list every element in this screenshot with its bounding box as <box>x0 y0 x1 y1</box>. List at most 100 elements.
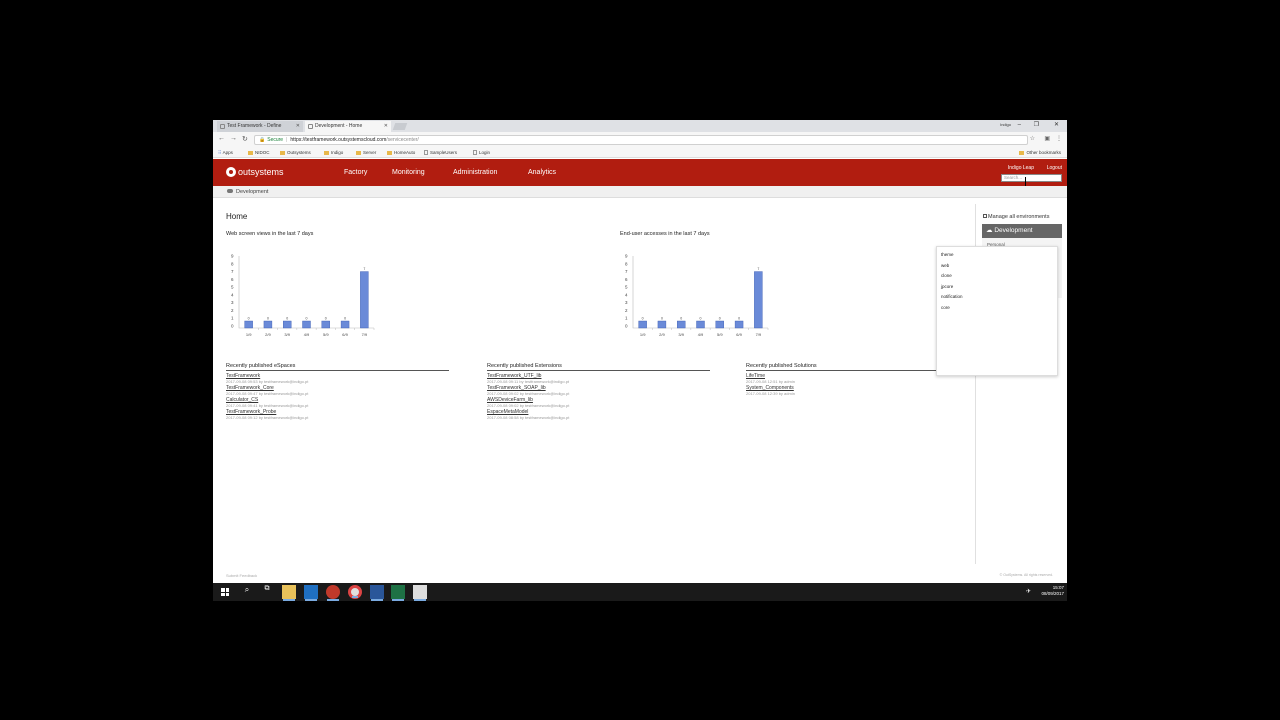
y-tick-label: 1 <box>625 316 628 321</box>
x-tick-label: 7/9 <box>362 332 368 337</box>
folder-icon <box>387 151 392 155</box>
autocomplete-item[interactable]: clone <box>937 271 1057 282</box>
accesses-chart: 0 1 2 3 4 5 6 7 8 9 0 1/9 0 2/9 0 3/9 0 4/9 0 5/9 0 6/9 7 7/9 <box>625 254 769 337</box>
nav-factory[interactable]: Factory <box>344 167 367 178</box>
nav-administration[interactable]: Administration <box>453 167 497 178</box>
search-input[interactable]: Search... <box>1001 174 1062 182</box>
list-item: EspaceMetaModel 2017-09-08 08:58 by testf… <box>487 409 710 420</box>
y-tick-label: 3 <box>231 300 234 305</box>
search-autocomplete-dropdown: theme web clone jpcore notification core <box>936 246 1058 376</box>
bar-value-label: 7 <box>363 267 365 271</box>
page-icon <box>220 124 225 129</box>
bar-value-label: 0 <box>719 317 721 321</box>
item-meta: 2017-09-08 09:47 by testframework@indigo… <box>226 391 309 396</box>
reload-icon[interactable]: ↻ <box>242 135 248 143</box>
autocomplete-item[interactable]: jpcore <box>937 282 1057 293</box>
bar-value-label: 0 <box>642 317 644 321</box>
manage-environments-link[interactable]: Manage all environments <box>983 214 1049 220</box>
chart-bar <box>321 320 330 329</box>
file-explorer-icon[interactable] <box>282 585 296 601</box>
environment-selector[interactable]: ☁ Development <box>982 224 1062 238</box>
app-header: outsystems Factory Monitoring Administra… <box>213 159 1067 186</box>
app-icon[interactable] <box>413 585 427 601</box>
windows-taskbar: ⌕ ⧉ ✈ 15:07 08/09/2017 <box>213 583 1067 601</box>
close-window-icon[interactable]: ✕ <box>1054 120 1059 132</box>
new-tab-button[interactable] <box>392 123 408 130</box>
chart-bar <box>754 271 763 329</box>
close-tab-icon[interactable]: ✕ <box>384 121 388 132</box>
y-tick-label: 4 <box>231 292 234 297</box>
outsystems-app-icon[interactable] <box>326 585 340 601</box>
windows-start-icon[interactable] <box>221 588 229 596</box>
nav-analytics[interactable]: Analytics <box>528 167 556 178</box>
user-link[interactable]: Indigo Leap <box>1008 165 1034 171</box>
bookmark-login[interactable]: Login <box>473 148 490 158</box>
excel-icon[interactable] <box>391 585 405 601</box>
address-bar[interactable]: 🔒 Secure | https://testframework.outsystems… <box>254 135 1028 145</box>
task-view-icon[interactable]: ⧉ <box>260 585 274 599</box>
nav-monitoring[interactable]: Monitoring <box>392 167 425 178</box>
word-icon[interactable] <box>370 585 384 601</box>
y-tick-label: 9 <box>231 254 234 259</box>
network-icon[interactable]: ✈ <box>1026 588 1031 595</box>
screen-views-chart: 0 1 2 3 4 5 6 7 8 9 0 1/9 0 2/9 0 3/9 0 4/9 0 5/9 0 6/9 7 7/9 <box>231 254 375 337</box>
cloud-icon: ☁ <box>986 227 993 234</box>
menu-icon[interactable]: ⋮ <box>1056 135 1062 142</box>
y-tick-label: 0 <box>231 324 234 329</box>
url-path: /servicecenter/ <box>386 137 419 143</box>
autocomplete-item[interactable]: notification <box>937 292 1057 303</box>
bookmark-outsystems[interactable]: Outsystems <box>280 148 311 158</box>
submit-feedback-link[interactable]: Submit Feedback <box>226 573 257 578</box>
autocomplete-item[interactable]: theme <box>937 250 1057 261</box>
bookmark-sampleusers[interactable]: SampleUsers <box>424 148 457 158</box>
outlook-icon[interactable] <box>304 585 318 601</box>
autocomplete-item[interactable]: web <box>937 261 1057 272</box>
bookmark-server[interactable]: Server <box>356 148 376 158</box>
outsystems-logo[interactable]: outsystems <box>226 166 284 179</box>
minimize-icon[interactable]: – <box>1018 120 1021 132</box>
logo-icon <box>226 167 236 177</box>
logout-link[interactable]: Logout <box>1047 165 1062 171</box>
folder-icon <box>1019 151 1025 155</box>
autocomplete-item[interactable]: core <box>937 303 1057 314</box>
chart-title-screen-views: Web screen views in the last 7 days <box>226 231 314 237</box>
x-tick-label: 5/9 <box>717 332 723 337</box>
chart-bar <box>696 320 705 329</box>
maximize-icon[interactable]: ❐ <box>1034 120 1039 132</box>
bookmark-homeauto[interactable]: HomeAuto <box>387 148 415 158</box>
item-meta: 2017-09-08 12:51 by admin <box>746 379 795 384</box>
chart-bar <box>657 320 667 329</box>
bookmark-star-icon[interactable]: ☆ <box>1030 135 1035 142</box>
bar-value-label: 0 <box>661 317 663 321</box>
folder-icon <box>324 151 329 155</box>
x-tick-label: 1/9 <box>246 332 252 337</box>
page-icon <box>424 150 428 155</box>
y-tick-label: 2 <box>625 308 628 313</box>
chrome-icon[interactable] <box>348 585 362 599</box>
bookmark-apps[interactable]: ⠿ Apps <box>218 148 233 158</box>
x-tick-label: 5/9 <box>323 332 329 337</box>
y-tick-label: 9 <box>625 254 628 259</box>
browser-toolbar: ← → ↻ 🔒 Secure | https://testframework.outs… <box>213 132 1067 148</box>
other-bookmarks[interactable]: Other bookmarks <box>1019 148 1061 158</box>
bookmark-nidoc[interactable]: NIDOC <box>248 148 270 158</box>
item-meta: 2017-09-08 09:53 by testframework@indigo… <box>226 379 309 384</box>
environments-icon <box>983 214 987 218</box>
list-item: Calculator_CS 2017-09-08 09:41 by testfra… <box>226 397 449 408</box>
browser-tab-development-home[interactable]: Development - Home ✕ <box>305 121 391 132</box>
page-icon <box>473 150 477 155</box>
chart-bar <box>283 320 292 329</box>
forward-icon[interactable]: → <box>230 135 237 142</box>
chart-bar <box>677 320 686 329</box>
bar-value-label: 0 <box>680 317 682 321</box>
tab-label: Development - Home <box>315 123 363 129</box>
clock[interactable]: 15:07 08/09/2017 <box>1041 585 1064 597</box>
bookmark-indigo[interactable]: Indigo <box>324 148 343 158</box>
window-profile-label: Indigo <box>1000 122 1011 127</box>
y-tick-label: 2 <box>231 308 234 313</box>
back-icon[interactable]: ← <box>218 135 225 142</box>
search-icon[interactable]: ⌕ <box>240 585 254 599</box>
extension-icon[interactable]: ▣ <box>1044 135 1050 142</box>
close-tab-icon[interactable]: ✕ <box>296 121 300 132</box>
browser-tab-test-framework[interactable]: Test Framework - Define ✕ <box>217 121 303 132</box>
